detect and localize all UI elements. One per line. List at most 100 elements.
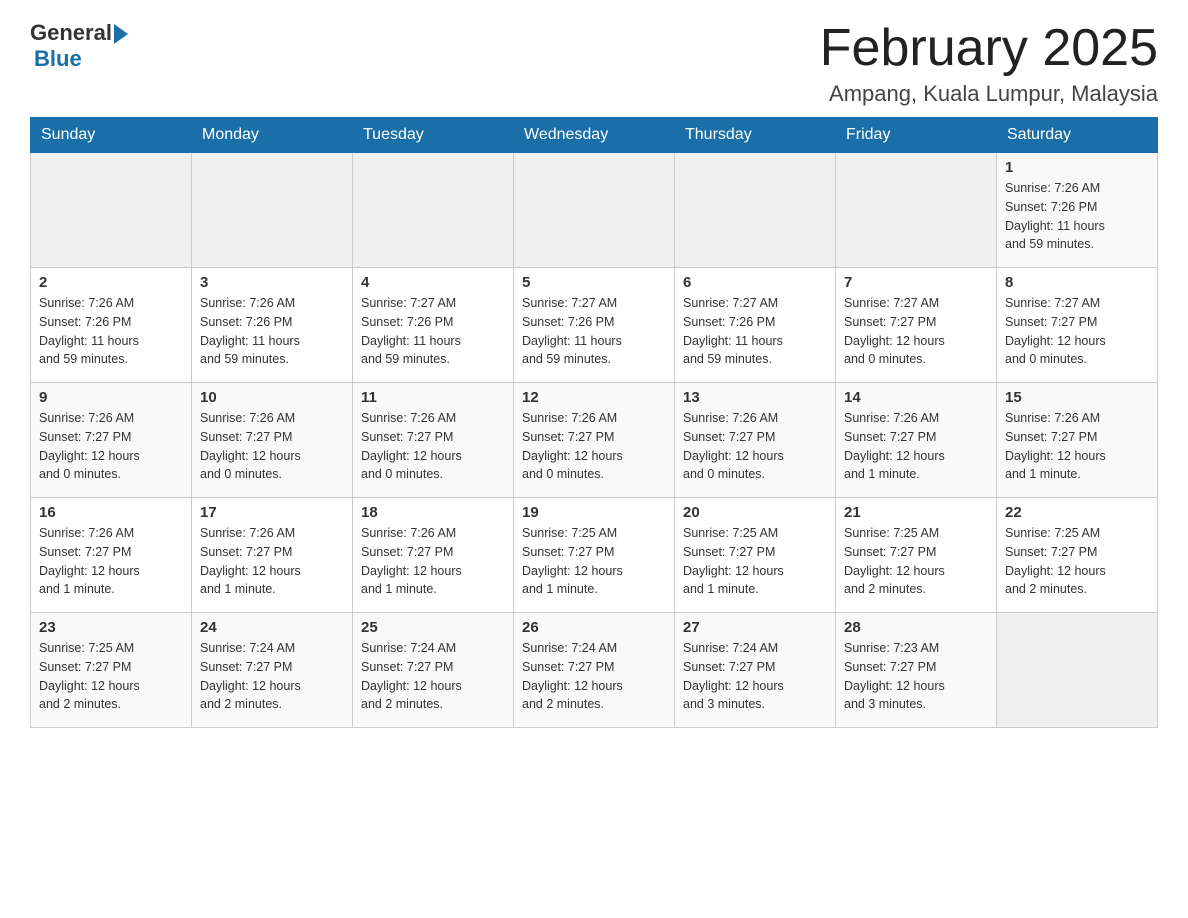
logo-arrow-icon [114, 24, 128, 44]
day-number: 27 [683, 619, 827, 636]
day-number: 16 [39, 504, 183, 521]
day-info: Sunrise: 7:26 AM Sunset: 7:27 PM Dayligh… [361, 409, 505, 484]
day-number: 5 [522, 274, 666, 291]
calendar-day-cell: 1 Sunrise: 7:26 AM Sunset: 7:26 PM Daylig… [997, 153, 1158, 268]
day-info: Sunrise: 7:25 AM Sunset: 7:27 PM Dayligh… [39, 639, 183, 714]
calendar-day-cell: 28 Sunrise: 7:23 AM Sunset: 7:27 PM Dayli… [836, 613, 997, 728]
day-info: Sunrise: 7:27 AM Sunset: 7:27 PM Dayligh… [1005, 294, 1149, 369]
title-block: February 2025 Ampang, Kuala Lumpur, Mala… [820, 20, 1158, 107]
calendar-day-cell: 11 Sunrise: 7:26 AM Sunset: 7:27 PM Dayli… [353, 383, 514, 498]
day-number: 3 [200, 274, 344, 291]
day-info: Sunrise: 7:24 AM Sunset: 7:27 PM Dayligh… [200, 639, 344, 714]
day-number: 23 [39, 619, 183, 636]
day-number: 12 [522, 389, 666, 406]
calendar-day-cell: 4 Sunrise: 7:27 AM Sunset: 7:26 PM Daylig… [353, 268, 514, 383]
calendar-day-cell: 21 Sunrise: 7:25 AM Sunset: 7:27 PM Dayli… [836, 498, 997, 613]
page: General Blue February 2025 Ampang, Kuala… [0, 0, 1188, 748]
day-number: 20 [683, 504, 827, 521]
calendar-day-cell [192, 153, 353, 268]
day-number: 9 [39, 389, 183, 406]
calendar-day-cell: 8Sunrise: 7:27 AM Sunset: 7:27 PM Daylig… [997, 268, 1158, 383]
day-info: Sunrise: 7:26 AM Sunset: 7:27 PM Dayligh… [39, 524, 183, 599]
calendar-day-cell: 25 Sunrise: 7:24 AM Sunset: 7:27 PM Dayli… [353, 613, 514, 728]
day-number: 28 [844, 619, 988, 636]
calendar-day-cell: 18Sunrise: 7:26 AM Sunset: 7:27 PM Dayli… [353, 498, 514, 613]
day-info: Sunrise: 7:27 AM Sunset: 7:26 PM Dayligh… [361, 294, 505, 369]
day-info: Sunrise: 7:26 AM Sunset: 7:26 PM Dayligh… [200, 294, 344, 369]
day-number: 25 [361, 619, 505, 636]
day-number: 1 [1005, 159, 1149, 176]
day-of-week-header: Tuesday [353, 118, 514, 153]
calendar-day-cell: 5 Sunrise: 7:27 AM Sunset: 7:26 PM Daylig… [514, 268, 675, 383]
calendar-day-cell: 15 Sunrise: 7:26 AM Sunset: 7:27 PM Dayli… [997, 383, 1158, 498]
day-number: 6 [683, 274, 827, 291]
day-number: 13 [683, 389, 827, 406]
day-info: Sunrise: 7:24 AM Sunset: 7:27 PM Dayligh… [522, 639, 666, 714]
calendar-table: SundayMondayTuesdayWednesdayThursdayFrid… [30, 117, 1158, 728]
calendar-day-cell: 24Sunrise: 7:24 AM Sunset: 7:27 PM Dayli… [192, 613, 353, 728]
calendar-week-row: 9 Sunrise: 7:26 AM Sunset: 7:27 PM Daylig… [31, 383, 1158, 498]
logo-blue-text: Blue [34, 46, 82, 72]
day-number: 17 [200, 504, 344, 521]
day-info: Sunrise: 7:26 AM Sunset: 7:27 PM Dayligh… [39, 409, 183, 484]
day-of-week-header: Friday [836, 118, 997, 153]
calendar-day-cell: 23 Sunrise: 7:25 AM Sunset: 7:27 PM Dayli… [31, 613, 192, 728]
calendar-day-cell: 16 Sunrise: 7:26 AM Sunset: 7:27 PM Dayli… [31, 498, 192, 613]
calendar-day-cell: 22 Sunrise: 7:25 AM Sunset: 7:27 PM Dayli… [997, 498, 1158, 613]
calendar-day-cell: 20Sunrise: 7:25 AM Sunset: 7:27 PM Dayli… [675, 498, 836, 613]
calendar-subtitle: Ampang, Kuala Lumpur, Malaysia [820, 81, 1158, 107]
logo: General Blue [30, 20, 128, 72]
day-info: Sunrise: 7:26 AM Sunset: 7:27 PM Dayligh… [844, 409, 988, 484]
day-info: Sunrise: 7:26 AM Sunset: 7:26 PM Dayligh… [1005, 179, 1149, 254]
calendar-day-cell: 26 Sunrise: 7:24 AM Sunset: 7:27 PM Dayli… [514, 613, 675, 728]
days-header-row: SundayMondayTuesdayWednesdayThursdayFrid… [31, 118, 1158, 153]
day-number: 15 [1005, 389, 1149, 406]
calendar-day-cell [836, 153, 997, 268]
calendar-day-cell: 2 Sunrise: 7:26 AM Sunset: 7:26 PM Daylig… [31, 268, 192, 383]
day-info: Sunrise: 7:27 AM Sunset: 7:26 PM Dayligh… [522, 294, 666, 369]
day-info: Sunrise: 7:24 AM Sunset: 7:27 PM Dayligh… [361, 639, 505, 714]
calendar-week-row: 16 Sunrise: 7:26 AM Sunset: 7:27 PM Dayli… [31, 498, 1158, 613]
day-info: Sunrise: 7:25 AM Sunset: 7:27 PM Dayligh… [522, 524, 666, 599]
day-of-week-header: Monday [192, 118, 353, 153]
calendar-day-cell: 6 Sunrise: 7:27 AM Sunset: 7:26 PM Daylig… [675, 268, 836, 383]
day-number: 14 [844, 389, 988, 406]
calendar-day-cell [514, 153, 675, 268]
calendar-day-cell: 10Sunrise: 7:26 AM Sunset: 7:27 PM Dayli… [192, 383, 353, 498]
day-number: 21 [844, 504, 988, 521]
calendar-week-row: 2 Sunrise: 7:26 AM Sunset: 7:26 PM Daylig… [31, 268, 1158, 383]
calendar-title: February 2025 [820, 20, 1158, 77]
calendar-day-cell: 13Sunrise: 7:26 AM Sunset: 7:27 PM Dayli… [675, 383, 836, 498]
calendar-day-cell: 14 Sunrise: 7:26 AM Sunset: 7:27 PM Dayli… [836, 383, 997, 498]
day-of-week-header: Wednesday [514, 118, 675, 153]
calendar-day-cell [31, 153, 192, 268]
day-number: 4 [361, 274, 505, 291]
day-number: 11 [361, 389, 505, 406]
day-info: Sunrise: 7:26 AM Sunset: 7:27 PM Dayligh… [522, 409, 666, 484]
day-of-week-header: Sunday [31, 118, 192, 153]
day-info: Sunrise: 7:25 AM Sunset: 7:27 PM Dayligh… [844, 524, 988, 599]
calendar-day-cell: 19Sunrise: 7:25 AM Sunset: 7:27 PM Dayli… [514, 498, 675, 613]
calendar-week-row: 23 Sunrise: 7:25 AM Sunset: 7:27 PM Dayli… [31, 613, 1158, 728]
calendar-week-row: 1 Sunrise: 7:26 AM Sunset: 7:26 PM Daylig… [31, 153, 1158, 268]
day-info: Sunrise: 7:26 AM Sunset: 7:26 PM Dayligh… [39, 294, 183, 369]
day-number: 26 [522, 619, 666, 636]
day-number: 22 [1005, 504, 1149, 521]
day-number: 2 [39, 274, 183, 291]
calendar-day-cell: 27Sunrise: 7:24 AM Sunset: 7:27 PM Dayli… [675, 613, 836, 728]
logo-general-text: General [30, 20, 112, 46]
calendar-day-cell [997, 613, 1158, 728]
day-number: 18 [361, 504, 505, 521]
calendar-day-cell: 7Sunrise: 7:27 AM Sunset: 7:27 PM Daylig… [836, 268, 997, 383]
calendar-day-cell: 3 Sunrise: 7:26 AM Sunset: 7:26 PM Daylig… [192, 268, 353, 383]
calendar-day-cell: 12 Sunrise: 7:26 AM Sunset: 7:27 PM Dayli… [514, 383, 675, 498]
header: General Blue February 2025 Ampang, Kuala… [30, 20, 1158, 107]
day-info: Sunrise: 7:25 AM Sunset: 7:27 PM Dayligh… [1005, 524, 1149, 599]
day-of-week-header: Saturday [997, 118, 1158, 153]
day-info: Sunrise: 7:23 AM Sunset: 7:27 PM Dayligh… [844, 639, 988, 714]
day-info: Sunrise: 7:27 AM Sunset: 7:26 PM Dayligh… [683, 294, 827, 369]
day-info: Sunrise: 7:26 AM Sunset: 7:27 PM Dayligh… [1005, 409, 1149, 484]
calendar-day-cell: 17Sunrise: 7:26 AM Sunset: 7:27 PM Dayli… [192, 498, 353, 613]
calendar-day-cell [353, 153, 514, 268]
day-of-week-header: Thursday [675, 118, 836, 153]
